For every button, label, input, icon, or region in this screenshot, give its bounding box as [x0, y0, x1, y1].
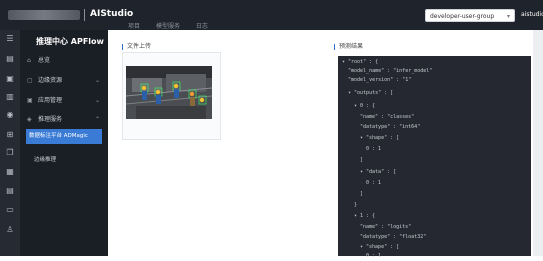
uploaded-image[interactable]: [126, 66, 212, 119]
sidebar-item-inference-service[interactable]: ◈ 推理服务 ⌃: [20, 113, 108, 127]
group-select-value: developer-user-group: [430, 13, 495, 20]
json-line: ]: [360, 191, 364, 197]
json-line: ]: [360, 157, 364, 163]
upload-section-title: 文件上传: [122, 41, 151, 50]
json-line: "model_name" : "infer_model": [348, 68, 433, 74]
json-line: ▾ "root" : {: [342, 59, 379, 65]
app-icon: ▣: [27, 97, 33, 104]
chart-icon[interactable]: ▥: [5, 92, 15, 102]
result-section-title: 预测结果: [334, 41, 363, 50]
monitor-icon[interactable]: ▭: [5, 205, 15, 215]
box-icon[interactable]: ▣: [5, 74, 15, 84]
chevron-down-icon: ⌄: [94, 77, 100, 84]
main-content: 文件上传 预测结果 ▾ "root": {"model_name": "i…: [108, 30, 543, 259]
prediction-json-viewer[interactable]: ▾ "root" : { "model_name" : "infer_model…: [338, 56, 531, 259]
upload-card[interactable]: [122, 52, 221, 140]
eye-icon[interactable]: ◉: [5, 110, 15, 120]
grid-icon[interactable]: ⊞: [5, 130, 15, 140]
icon-rail: ☰ ▤ ▣ ▥ ◉ ⊞ ❐ ▦ ▤ ▭ ♙: [0, 30, 20, 256]
construction-site-image: [126, 66, 212, 119]
user-name[interactable]: aistudio-test: [521, 11, 543, 18]
json-line: "datatype" : "int64": [360, 124, 421, 130]
subnav-item[interactable]: 项目: [128, 23, 140, 30]
company-logo: [8, 10, 80, 20]
subnav-item[interactable]: 日志: [196, 23, 208, 30]
person-icon[interactable]: ♙: [5, 225, 15, 235]
sidebar-item-overview[interactable]: ⌂ 总览: [20, 54, 108, 68]
server-icon[interactable]: ▤: [5, 186, 15, 196]
sidebar-item-label: 边缘资源: [38, 77, 63, 84]
json-line: }: [354, 202, 358, 208]
copy-icon[interactable]: ❐: [5, 148, 15, 158]
sidebar: 推理中心 APFlow ⌂ 总览 ▢ 边缘资源 ⌄ ▣ 应用管理 ⌄ ◈ 推理服…: [20, 30, 108, 256]
device-icon: ▢: [27, 77, 33, 84]
chevron-down-icon: ⌄: [94, 97, 100, 104]
sidebar-item-edge-resources[interactable]: ▢ 边缘资源 ⌄: [20, 74, 108, 88]
json-line: 0 : 1: [366, 146, 382, 152]
json-line: 0 : 1: [366, 253, 382, 259]
brand-divider: [84, 9, 85, 21]
sidebar-subitem-admagic[interactable]: 数据标注平台 ADMagic: [26, 129, 102, 144]
home-icon: ⌂: [27, 57, 31, 64]
json-line: "model_version" : "1": [348, 77, 412, 83]
json-line: ▾ "shape" : [: [360, 244, 400, 250]
sidebar-subitem-edge-inference[interactable]: 边缘推理: [34, 155, 56, 163]
app-brand: AIStudio: [90, 9, 134, 19]
json-line: ▾ 1 : {: [354, 213, 376, 219]
sidebar-title: 推理中心 APFlow: [36, 37, 104, 46]
json-line: ▾ 0 : {: [354, 103, 376, 109]
chevron-up-icon: ⌃: [94, 116, 100, 123]
chevron-down-icon: ▾: [506, 13, 510, 20]
sidebar-item-label: 应用管理: [38, 97, 63, 104]
json-line: "name" : "logits": [360, 224, 412, 230]
menu-icon[interactable]: ☰: [5, 34, 15, 44]
json-line: "name" : "classes": [360, 114, 415, 120]
sidebar-item-label: 推理服务: [38, 116, 63, 123]
sidebar-item-label: 总览: [38, 57, 51, 64]
group-select[interactable]: developer-user-group ▾: [425, 9, 515, 22]
service-icon: ◈: [27, 116, 32, 123]
doc-icon[interactable]: ▤: [5, 54, 15, 64]
top-subnav: 项目 模型服务 日志: [128, 21, 222, 30]
table-icon[interactable]: ▦: [5, 167, 15, 177]
top-bar: AIStudio 项目 模型服务 日志 developer-user-group…: [0, 0, 543, 30]
json-line: ▾ "outputs" : [: [348, 90, 394, 96]
json-line: 0 : 1: [366, 180, 382, 186]
subnav-item[interactable]: 模型服务: [156, 23, 180, 30]
json-line: ▾ "data" : [: [360, 169, 397, 175]
json-line: ▾ "shape" : [: [360, 135, 400, 141]
sidebar-item-app-management[interactable]: ▣ 应用管理 ⌄: [20, 94, 108, 108]
scrollbar-track[interactable]: [533, 30, 543, 256]
json-line: "datatype" : "float32": [360, 234, 427, 240]
